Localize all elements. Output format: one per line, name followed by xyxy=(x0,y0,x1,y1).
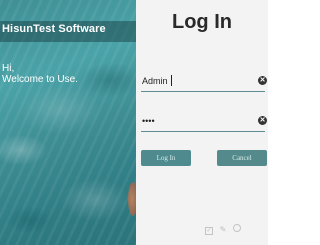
login-window: HisunTest Software Hi, Welcome to Use. L… xyxy=(0,0,268,245)
username-input[interactable] xyxy=(141,73,250,88)
greeting-line-2: Welcome to Use. xyxy=(2,74,78,85)
password-field[interactable]: ✕ xyxy=(141,111,267,132)
checkbox-icon[interactable]: ✓ xyxy=(205,227,213,235)
app-title: HisunTest Software xyxy=(2,23,106,35)
cancel-button[interactable]: Cancel xyxy=(217,150,267,166)
password-input[interactable] xyxy=(141,113,250,128)
settings-icon[interactable] xyxy=(233,224,241,232)
login-heading: Log In xyxy=(172,11,232,33)
text-caret xyxy=(171,75,172,86)
username-field[interactable]: ✕ xyxy=(141,71,267,92)
clear-icon[interactable]: ✕ xyxy=(258,116,267,125)
login-button[interactable]: Log In xyxy=(141,150,191,166)
decorative-ocean-panel: HisunTest Software Hi, Welcome to Use. xyxy=(0,0,138,245)
edit-icon[interactable]: ✎ xyxy=(219,226,227,234)
clear-icon[interactable]: ✕ xyxy=(258,76,267,85)
footer-icon-bar: ✓ ✎ xyxy=(205,219,247,235)
login-panel: Log In ✕ ✕ Log In Cancel ✓✎ xyxy=(136,0,268,245)
greeting-line-1: Hi, xyxy=(2,63,15,74)
